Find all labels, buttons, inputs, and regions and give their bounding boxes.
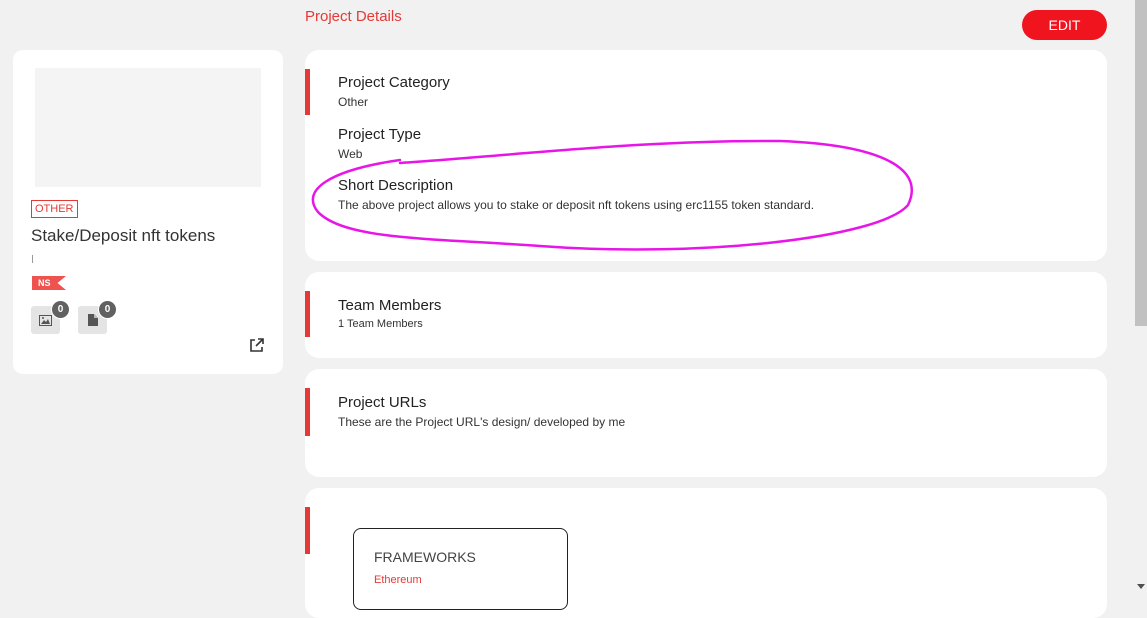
scrollbar-thumb[interactable]: [1135, 0, 1147, 326]
annotation-ellipse: [311, 139, 914, 251]
scroll-down-arrow-icon[interactable]: [1137, 584, 1145, 589]
